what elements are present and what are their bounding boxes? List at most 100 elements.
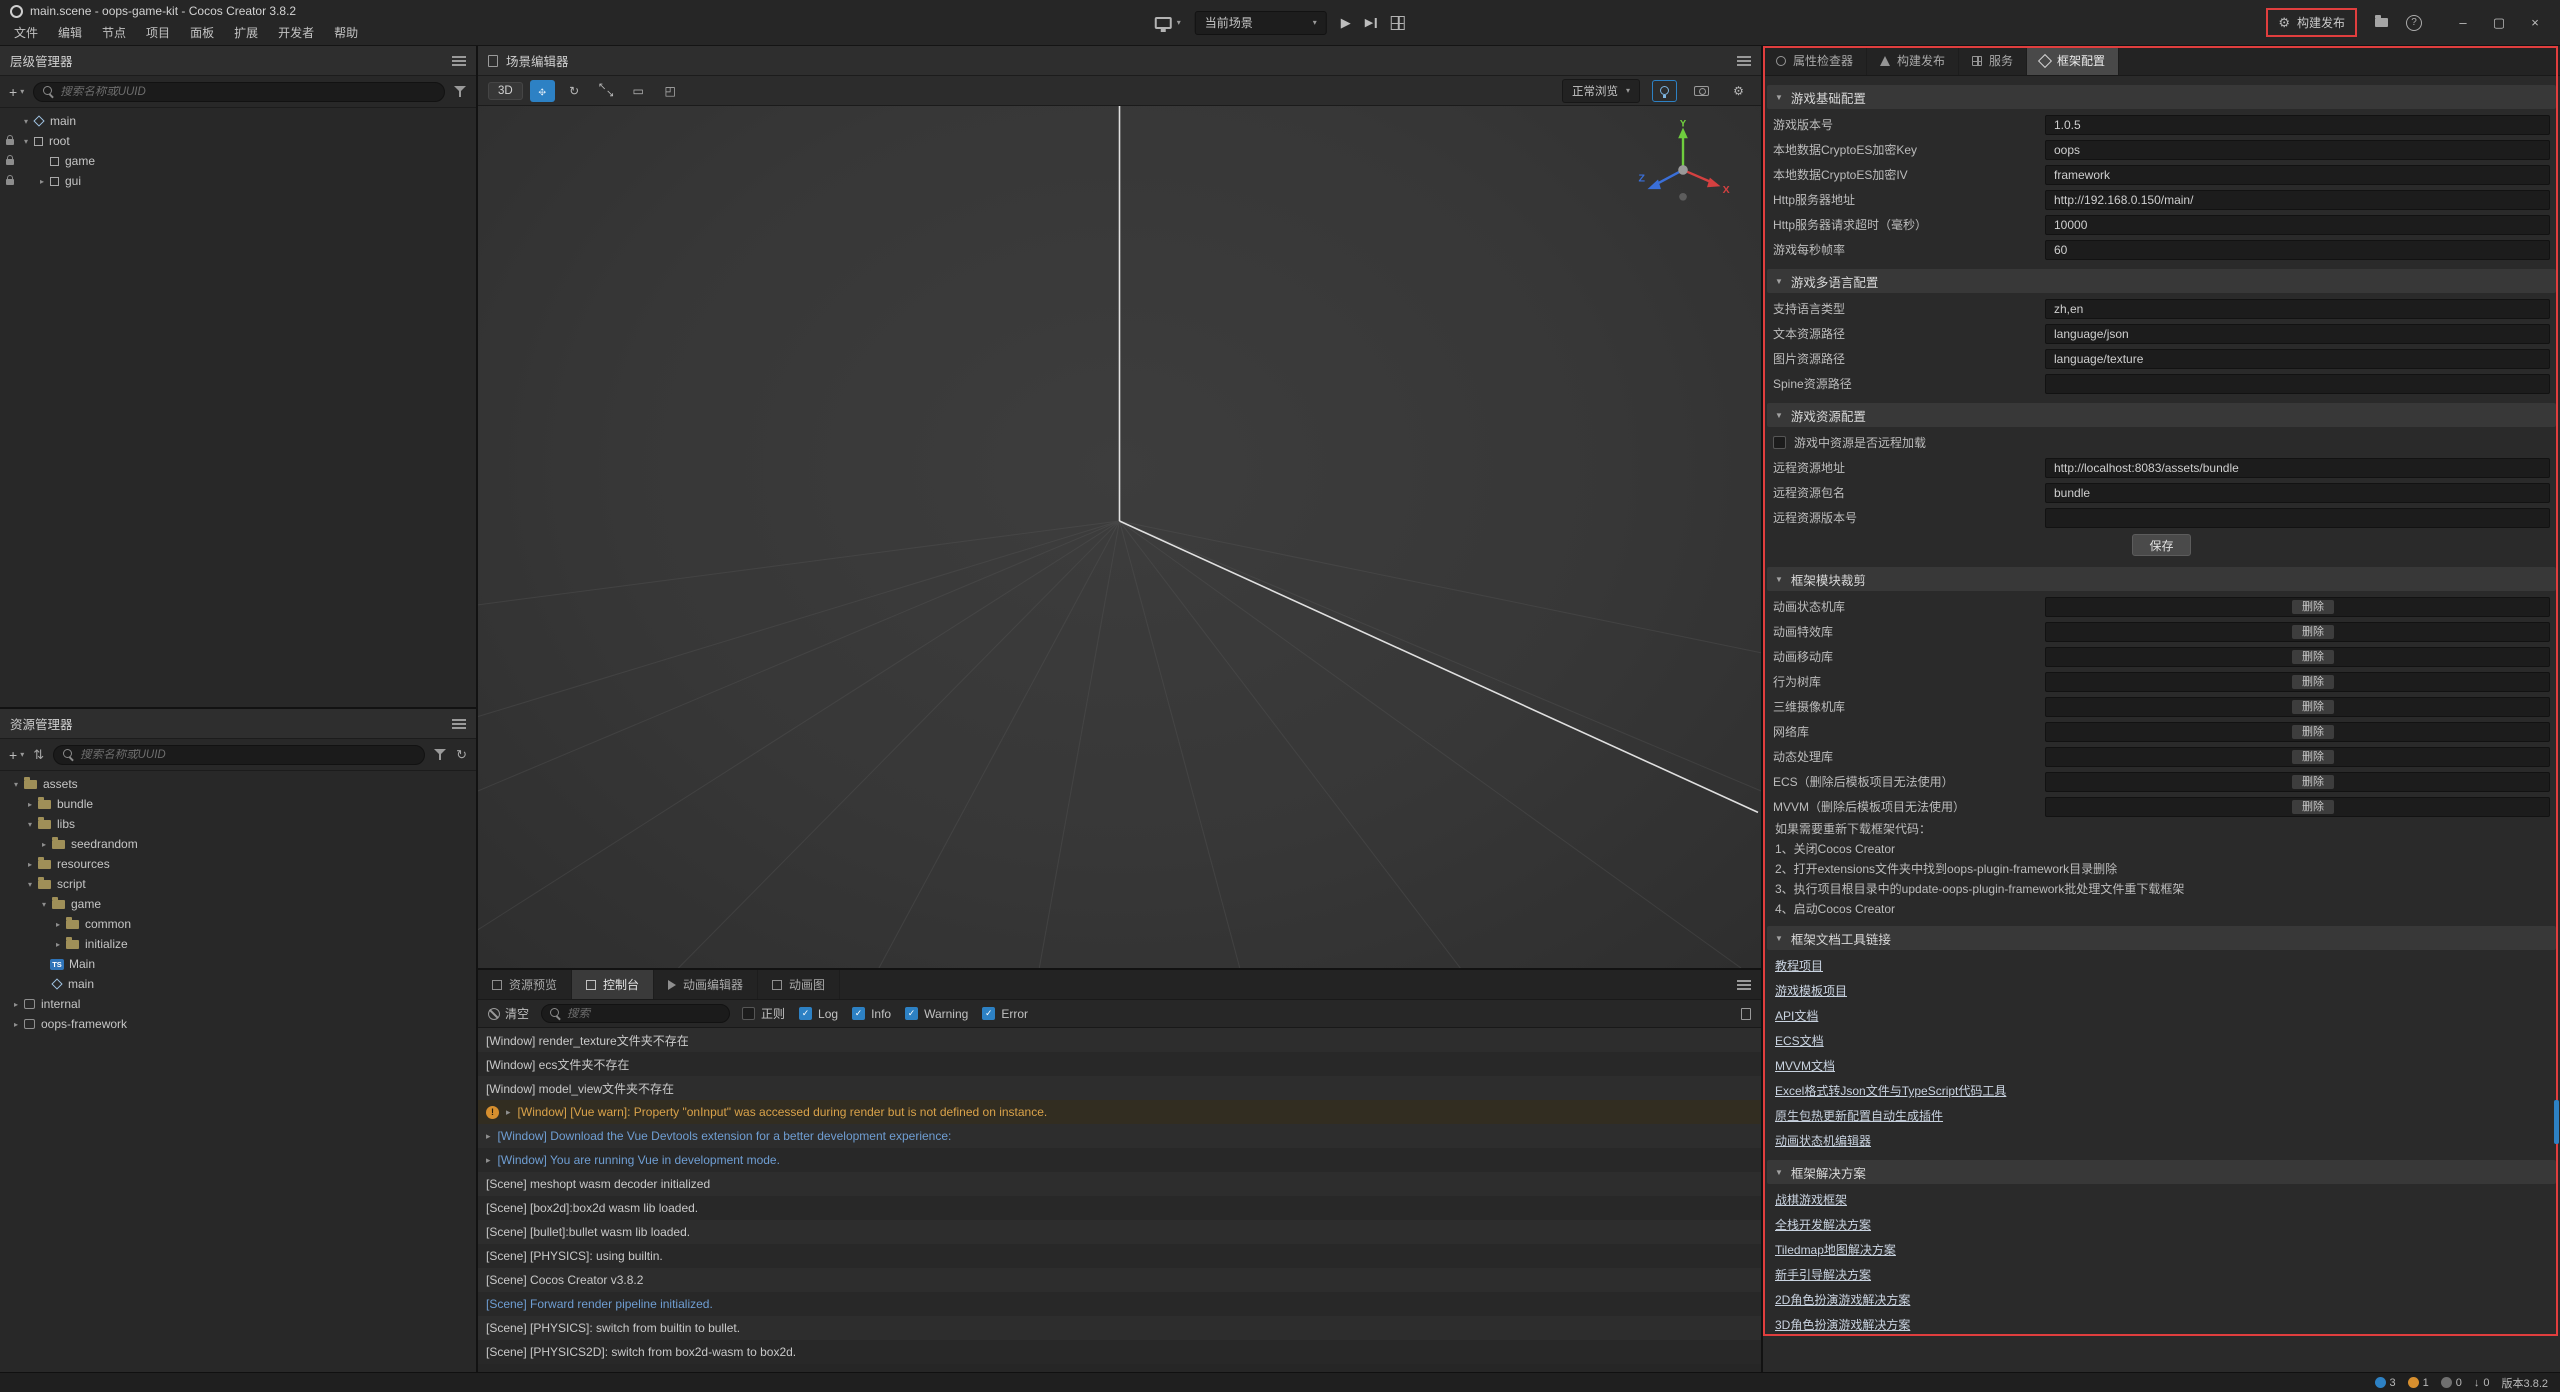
log-row[interactable]: [Scene] Forward render pipeline initiali… [478, 1292, 1761, 1316]
doc-link[interactable]: 动画状态机编辑器 [1775, 1132, 1871, 1149]
tree-arrow-icon[interactable]: ▸ [24, 860, 36, 869]
layout-grid-icon[interactable] [1391, 16, 1405, 30]
error-message-count[interactable]: 0 [2441, 1377, 2462, 1389]
doc-link[interactable]: 教程项目 [1775, 957, 1823, 974]
build-publish-button[interactable]: 构建发布 [2297, 14, 2345, 31]
field-input[interactable]: language/json [2045, 324, 2550, 344]
tree-arrow-icon[interactable]: ▸ [52, 920, 64, 929]
field-input[interactable]: http://192.168.0.150/main/ [2045, 190, 2550, 210]
section-header[interactable]: ▼游戏多语言配置 [1767, 269, 2556, 293]
scene-settings-button[interactable]: ⚙ [1726, 80, 1751, 102]
expand-arrow-icon[interactable]: ▸ [506, 1107, 511, 1118]
menu-item[interactable]: 扩展 [224, 21, 268, 44]
field-input[interactable] [2045, 374, 2550, 394]
menu-item[interactable]: 面板 [180, 21, 224, 44]
gizmo-z-label[interactable]: Z [1638, 172, 1645, 184]
doc-link[interactable]: API文档 [1775, 1007, 1818, 1024]
tab-asset-preview[interactable]: 资源预览 [478, 970, 572, 999]
log-row[interactable]: [Scene] [PHYSICS]: using builtin. [478, 1244, 1761, 1268]
doc-link[interactable]: 2D角色扮演游戏解决方案 [1775, 1291, 1910, 1308]
expand-arrow-icon[interactable]: ▸ [486, 1131, 491, 1142]
tree-arrow-icon[interactable]: ▸ [36, 177, 48, 186]
log-row[interactable]: [Window] render_texture文件夹不存在 [478, 1028, 1761, 1052]
help-icon[interactable] [2406, 15, 2422, 31]
tree-node-bundle[interactable]: ▸bundle [0, 794, 476, 814]
tree-arrow-icon[interactable]: ▸ [10, 1020, 22, 1029]
scene-camera-button[interactable] [1689, 80, 1714, 102]
console-search-input[interactable] [567, 1008, 721, 1020]
tree-arrow-icon[interactable]: ▸ [38, 840, 50, 849]
move-tool[interactable]: ↔↕ [530, 80, 555, 102]
menu-item[interactable]: 开发者 [268, 21, 324, 44]
assets-search[interactable] [53, 745, 425, 765]
delete-button[interactable]: 删除 [2292, 650, 2334, 664]
log-row[interactable]: [Scene] [PHYSICS]: switch from builtin t… [478, 1316, 1761, 1340]
section-header[interactable]: ▼框架模块裁剪 [1767, 567, 2556, 591]
field-input[interactable]: 10000 [2045, 215, 2550, 235]
maximize-button[interactable]: ▢ [2482, 8, 2516, 38]
checkbox-regex[interactable] [742, 1007, 755, 1020]
delete-button[interactable]: 删除 [2292, 600, 2334, 614]
hierarchy-search[interactable] [33, 82, 445, 102]
doc-link[interactable]: Excel格式转Json文件与TypeScript代码工具 [1775, 1082, 2006, 1099]
module-input[interactable]: 删除 [2045, 647, 2550, 667]
menu-item[interactable]: 帮助 [324, 21, 368, 44]
tree-node-Main[interactable]: TSMain [0, 954, 476, 974]
menu-item[interactable]: 文件 [4, 21, 48, 44]
menu-item[interactable]: 项目 [136, 21, 180, 44]
gizmo-x-label[interactable]: X [1723, 184, 1730, 196]
doc-link[interactable]: MVVM文档 [1775, 1057, 1835, 1074]
add-asset-button[interactable]: +▾ [9, 747, 24, 763]
log-row[interactable]: ▸[Window] Download the Vue Devtools exte… [478, 1124, 1761, 1148]
lock-icon[interactable] [6, 179, 14, 185]
delete-button[interactable]: 删除 [2292, 675, 2334, 689]
field-input[interactable]: language/texture [2045, 349, 2550, 369]
field-input[interactable] [2045, 508, 2550, 528]
add-node-button[interactable]: +▾ [9, 84, 24, 100]
tab-animation-editor[interactable]: 动画编辑器 [654, 970, 758, 999]
save-button[interactable]: 保存 [2132, 534, 2190, 556]
doc-link[interactable]: ECS文档 [1775, 1032, 1824, 1049]
log-row[interactable]: [Scene] Cocos Creator v3.8.2 [478, 1268, 1761, 1292]
orientation-gizmo[interactable]: Y X Z [1635, 120, 1731, 216]
field-input[interactable]: oops [2045, 140, 2550, 160]
tab-console[interactable]: 控制台 [572, 970, 654, 999]
hierarchy-filter-icon[interactable] [454, 85, 467, 98]
collapse-logs-icon[interactable] [1741, 1008, 1751, 1020]
current-scene-dropdown[interactable]: 当前场景 ▾ [1195, 11, 1327, 35]
doc-link[interactable]: 新手引导解决方案 [1775, 1266, 1871, 1283]
tab-property-inspector[interactable]: 属性检查器 [1763, 46, 1867, 75]
field-input[interactable]: 60 [2045, 240, 2550, 260]
view-mode-dropdown[interactable]: 正常浏览 ▾ [1562, 79, 1640, 103]
module-input[interactable]: 删除 [2045, 722, 2550, 742]
field-input[interactable]: zh,en [2045, 299, 2550, 319]
play-button[interactable]: ▶ [1341, 15, 1351, 31]
delete-button[interactable]: 删除 [2292, 725, 2334, 739]
tree-node-common[interactable]: ▸common [0, 914, 476, 934]
section-header[interactable]: ▼框架解决方案 [1767, 1160, 2556, 1184]
section-header[interactable]: ▼游戏基础配置 [1767, 85, 2556, 109]
clear-console-button[interactable]: 清空 [488, 1005, 529, 1022]
log-row[interactable]: !▸[Window] [Vue warn]: Property "onInput… [478, 1100, 1761, 1124]
tree-arrow-icon[interactable]: ▸ [10, 1000, 22, 1009]
tree-node-initialize[interactable]: ▸initialize [0, 934, 476, 954]
module-input[interactable]: 删除 [2045, 672, 2550, 692]
tree-arrow-icon[interactable]: ▾ [10, 780, 22, 789]
log-row[interactable]: ▸[Window] You are running Vue in develop… [478, 1148, 1761, 1172]
log-row[interactable]: [Scene] [bullet]:bullet wasm lib loaded. [478, 1220, 1761, 1244]
tree-node-libs[interactable]: ▾libs [0, 814, 476, 834]
warning-message-count[interactable]: 1 [2408, 1377, 2429, 1389]
console-filter-regex[interactable]: 正则 [742, 1005, 785, 1022]
log-row[interactable]: [Window] ecs文件夹不存在 [478, 1052, 1761, 1076]
checkbox-remote-load[interactable] [1773, 436, 1786, 449]
console-filter-warning[interactable]: ✓Warning [905, 1007, 968, 1021]
field-input[interactable]: http://localhost:8083/assets/bundle [2045, 458, 2550, 478]
tree-node-main[interactable]: ▾main [0, 111, 476, 131]
tree-node-gui[interactable]: ▸gui [0, 171, 476, 191]
info-message-count[interactable]: 3 [2375, 1377, 2396, 1389]
refresh-icon[interactable]: ↻ [456, 747, 467, 763]
doc-link[interactable]: 原生包热更新配置自动生成插件 [1775, 1107, 1943, 1124]
field-input[interactable]: bundle [2045, 483, 2550, 503]
field-input[interactable]: framework [2045, 165, 2550, 185]
download-count[interactable]: ↓ 0 [2474, 1377, 2490, 1389]
